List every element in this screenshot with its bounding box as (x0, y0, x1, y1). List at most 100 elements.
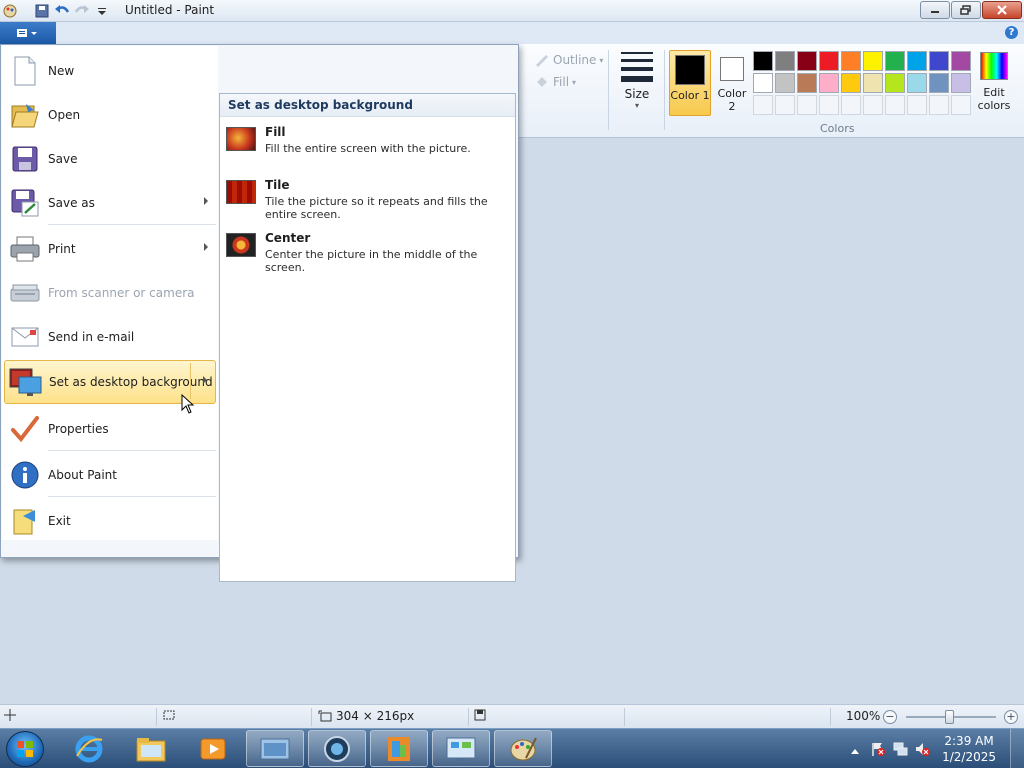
palette-empty-slot[interactable] (907, 95, 927, 115)
outline-dropdown[interactable]: Outline ▾ (534, 53, 603, 67)
palette-swatch[interactable] (951, 73, 971, 93)
palette-empty-slot[interactable] (951, 95, 971, 115)
palette-swatch[interactable] (929, 51, 949, 71)
status-bar: 304 × 216px 100% − + (0, 704, 1024, 728)
palette-empty-slot[interactable] (819, 95, 839, 115)
submenu-arrow-icon (204, 243, 208, 251)
submenu-header: Set as desktop background (220, 94, 515, 117)
file-size-icon (474, 709, 486, 721)
folder-open-icon (11, 104, 39, 128)
taskbar-app-window-2[interactable] (308, 730, 366, 767)
edit-colors-icon (980, 52, 1008, 80)
zoom-in-button[interactable]: + (1004, 710, 1018, 724)
taskbar-app-window-4[interactable] (432, 730, 490, 767)
menu-item-about-paint[interactable]: About Paint (4, 454, 216, 496)
palette-empty-slot[interactable] (929, 95, 949, 115)
menu-item-new[interactable]: New (4, 50, 216, 92)
taskbar-file-explorer[interactable] (122, 730, 180, 767)
menu-item-exit[interactable]: Exit (4, 500, 216, 542)
fill-dropdown[interactable]: Fill ▾ (534, 75, 576, 89)
title-bar: Untitled - Paint (0, 0, 1024, 22)
submenu-item-center[interactable]: Center Center the picture in the middle … (226, 231, 511, 274)
save-as-icon (11, 189, 39, 217)
palette-swatch[interactable] (885, 51, 905, 71)
palette-empty-slot[interactable] (841, 95, 861, 115)
taskbar-clock[interactable]: 2:39 AM 1/2/2025 (942, 733, 996, 765)
submenu-item-fill[interactable]: Fill Fill the entire screen with the pic… (226, 125, 511, 155)
color-1-button[interactable]: Color 1 (669, 50, 711, 116)
palette-swatch[interactable] (841, 51, 861, 71)
taskbar-paint[interactable] (494, 730, 552, 767)
palette-swatch[interactable] (885, 73, 905, 93)
palette-swatch[interactable] (819, 73, 839, 93)
minimize-button[interactable] (920, 1, 950, 19)
info-icon (11, 461, 39, 489)
zoom-out-button[interactable]: − (883, 710, 897, 724)
palette-empty-slot[interactable] (885, 95, 905, 115)
window-thumbnail-icon (260, 738, 290, 759)
taskbar-internet-explorer[interactable] (60, 730, 118, 767)
undo-icon[interactable] (54, 3, 70, 19)
edit-colors-button[interactable]: Edit colors (975, 52, 1013, 112)
color-2-button[interactable]: Color 2 (714, 50, 750, 116)
palette-swatch[interactable] (929, 73, 949, 93)
submenu-item-tile[interactable]: Tile Tile the picture so it repeats and … (226, 178, 511, 221)
help-icon[interactable]: ? (1005, 26, 1018, 39)
menu-item-send-email[interactable]: Send in e-mail (4, 316, 216, 358)
media-player-icon (200, 738, 226, 759)
palette-swatch[interactable] (841, 73, 861, 93)
palette-empty-slot[interactable] (753, 95, 773, 115)
paint-menu-icon (17, 29, 37, 37)
ribbon-tab-row (0, 22, 1024, 44)
redo-icon[interactable] (74, 3, 90, 19)
desktop-background-icon (9, 368, 42, 396)
exit-icon (13, 509, 35, 535)
palette-swatch[interactable] (907, 73, 927, 93)
taskbar-app-window-1[interactable] (246, 730, 304, 767)
palette-swatch[interactable] (863, 73, 883, 93)
customize-qat-icon[interactable] (94, 3, 110, 19)
palette-empty-slot[interactable] (775, 95, 795, 115)
fill-bucket-icon (537, 77, 547, 87)
palette-swatch[interactable] (951, 51, 971, 71)
mouse-cursor-icon (181, 393, 195, 417)
selection-size-icon (162, 709, 176, 721)
save-quick-icon[interactable] (34, 3, 50, 19)
network-icon[interactable] (892, 741, 908, 760)
show-desktop-button[interactable] (1010, 729, 1024, 768)
menu-item-save-as[interactable]: Save as (4, 182, 216, 224)
quick-access-toolbar (2, 2, 110, 20)
menu-item-print[interactable]: Print (4, 228, 216, 270)
action-center-flag-icon[interactable] (870, 741, 886, 760)
menu-item-save[interactable]: Save (4, 138, 216, 180)
palette-swatch[interactable] (907, 51, 927, 71)
image-size-icon (318, 710, 332, 722)
menu-item-from-scanner[interactable]: From scanner or camera (4, 272, 216, 314)
cursor-position-icon (4, 709, 16, 721)
palette-swatch[interactable] (819, 51, 839, 71)
zoom-slider-thumb[interactable] (945, 710, 954, 724)
palette-swatch[interactable] (797, 51, 817, 71)
palette-swatch[interactable] (797, 73, 817, 93)
start-button[interactable] (6, 731, 44, 767)
palette-empty-slot[interactable] (863, 95, 883, 115)
show-hidden-icons-arrow[interactable] (850, 744, 860, 758)
paint-app-icon[interactable] (2, 3, 18, 19)
taskbar-app-window-3[interactable] (370, 730, 428, 767)
volume-muted-icon[interactable] (914, 741, 930, 760)
palette-swatch[interactable] (753, 73, 773, 93)
palette-swatch[interactable] (753, 51, 773, 71)
restore-button[interactable] (951, 1, 981, 19)
close-icon (997, 5, 1007, 15)
close-button[interactable] (982, 1, 1022, 19)
paint-menu-button[interactable] (0, 22, 56, 44)
taskbar-media-player[interactable] (184, 730, 242, 767)
palette-swatch[interactable] (775, 73, 795, 93)
size-button[interactable]: Size ▾ (617, 52, 657, 110)
palette-swatch[interactable] (775, 51, 795, 71)
line-size-icon (617, 52, 657, 82)
palette-empty-slot[interactable] (797, 95, 817, 115)
new-file-icon (14, 56, 36, 86)
palette-swatch[interactable] (863, 51, 883, 71)
menu-item-open[interactable]: Open (4, 94, 216, 136)
